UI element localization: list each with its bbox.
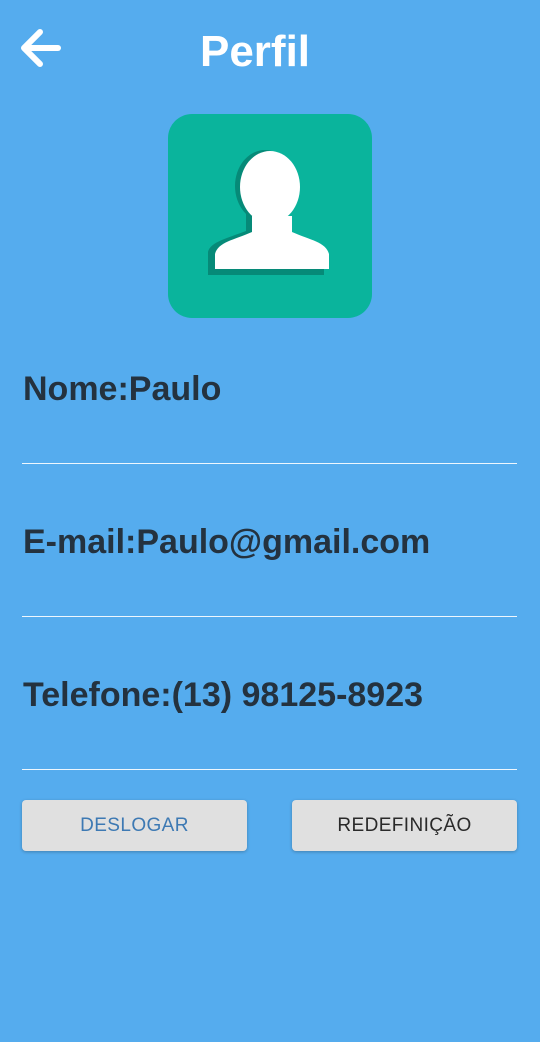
phone-value: (13) 98125-8923 (171, 676, 424, 714)
logout-button[interactable]: DESLOGAR (22, 800, 247, 851)
page-title: Perfil (199, 27, 311, 76)
user-silhouette-icon (208, 150, 329, 275)
phone-label: Telefone: (23, 676, 172, 714)
name-label: Nome: (23, 370, 129, 408)
name-divider (22, 463, 517, 464)
phone-divider (22, 769, 517, 770)
name-field: Nome:Paulo (22, 363, 517, 516)
phone-text: Telefone:(13) 98125-8923 (23, 669, 423, 721)
name-text: Nome:Paulo (23, 363, 221, 415)
email-value: Paulo@gmail.com (136, 523, 431, 561)
email-text: E-mail:Paulo@gmail.com (23, 516, 430, 568)
reset-button[interactable]: REDEFINIÇÃO (292, 800, 517, 851)
name-value: Paulo (128, 370, 222, 408)
profile-avatar (168, 114, 372, 318)
email-divider (22, 616, 517, 617)
app-header: Perfil (0, 0, 540, 100)
email-field: E-mail:Paulo@gmail.com (22, 516, 517, 669)
email-label: E-mail: (23, 523, 137, 561)
